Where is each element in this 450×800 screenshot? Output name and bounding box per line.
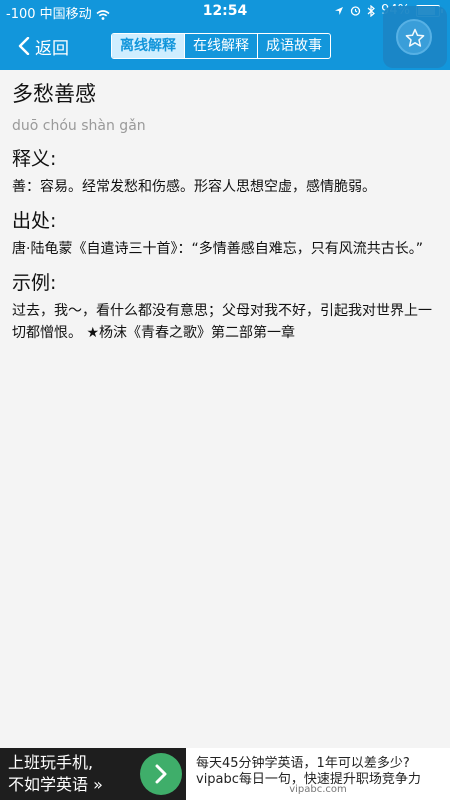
- definition-heading: 释义:: [12, 148, 57, 170]
- entry-content: 多愁善感 duō chóu shàn gǎn 释义: 善：容易。经常发愁和伤感。…: [12, 78, 442, 344]
- ad-slogan-line1: 上班玩手机,: [8, 753, 94, 772]
- ad-slogan-line2: 不如学英语 »: [8, 775, 103, 794]
- mode-tabs: 离线解释 在线解释 成语故事: [111, 33, 331, 59]
- favorite-button[interactable]: [383, 6, 447, 68]
- example-text: 过去，我～，看什么都没有意思；父母对我不好，引起我对世界上一切都憎恨。 ★杨沫《…: [12, 303, 432, 341]
- back-button[interactable]: 返回: [18, 33, 69, 59]
- ad-text-panel: 每天45分钟学英语，1年可以差多少? vipabc每日一句，快速提升职场竞争力 …: [186, 748, 450, 800]
- ad-slogan: 上班玩手机, 不如学英语 »: [8, 752, 138, 796]
- tab-online-explanation[interactable]: 在线解释: [185, 34, 258, 58]
- tab-idiom-story[interactable]: 成语故事: [258, 34, 330, 58]
- back-label: 返回: [35, 38, 69, 59]
- star-icon: [405, 28, 425, 47]
- alarm-icon: [350, 6, 361, 16]
- header-bar: -100 中国移动 12:54 94%: [0, 0, 450, 70]
- ad-arrow-button[interactable]: [140, 753, 182, 795]
- idiom-title: 多愁善感: [12, 82, 96, 106]
- tab-offline-explanation[interactable]: 离线解释: [112, 34, 185, 58]
- ad-banner[interactable]: 上班玩手机, 不如学英语 » 每天45分钟学英语，1年可以差多少? vipabc…: [0, 748, 450, 800]
- source-text: 唐·陆龟蒙《自遣诗三十首》：“多情善感自难忘，只有风流共古长。”: [12, 241, 423, 257]
- ad-url: vipabc.com: [289, 784, 347, 795]
- location-icon: [335, 6, 344, 15]
- idiom-pinyin: duō chóu shàn gǎn: [12, 118, 146, 134]
- source-heading: 出处:: [12, 210, 57, 232]
- bluetooth-icon: [367, 4, 376, 17]
- chevron-left-icon: [18, 37, 30, 55]
- example-heading: 示例:: [12, 272, 57, 294]
- definition-text: 善：容易。经常发愁和伤感。形容人思想空虚，感情脆弱。: [12, 179, 376, 195]
- chevron-right-icon: [155, 764, 167, 784]
